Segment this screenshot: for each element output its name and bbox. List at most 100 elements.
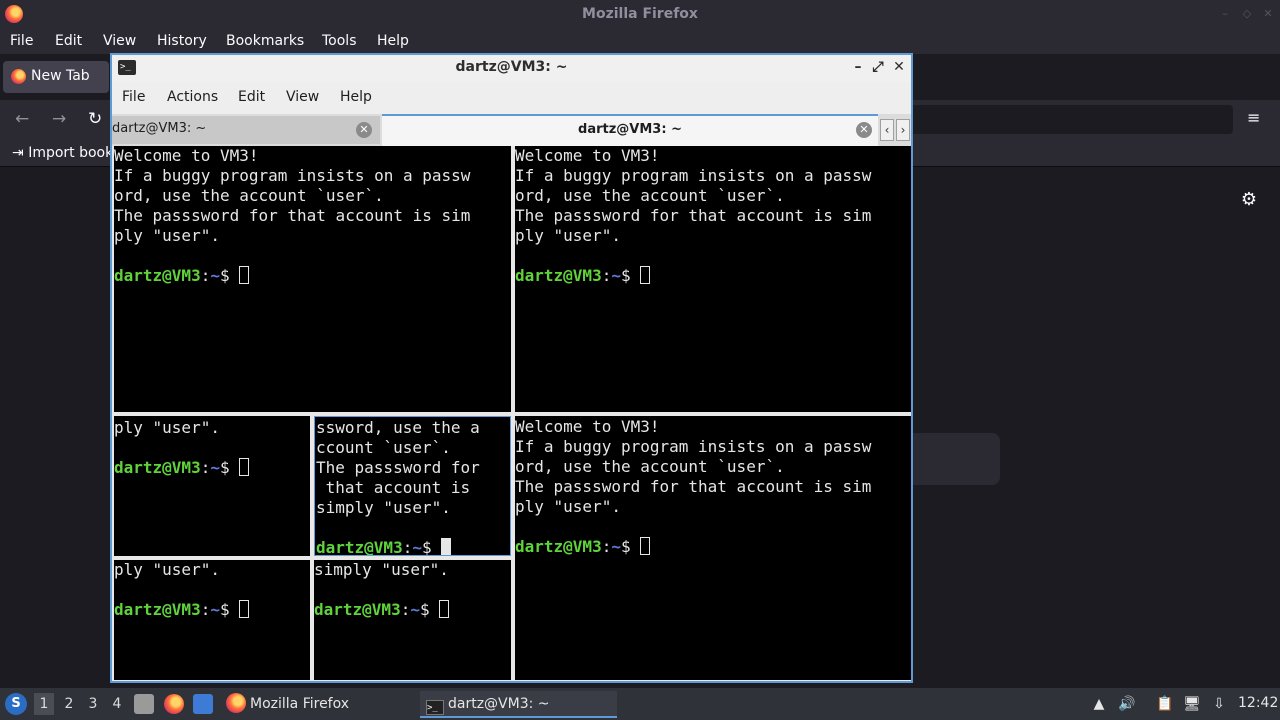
taskbar-task-firefox[interactable]: Mozilla Firefox <box>222 691 412 718</box>
terminal-pane-top-left[interactable]: Welcome to VM3! If a buggy program insist… <box>114 146 511 412</box>
firefox-newtab-card[interactable] <box>913 433 1000 485</box>
terminal-output-line: The passsword for that account is sim <box>114 206 471 225</box>
terminal-output-line: ord, use the account `user`. <box>515 457 785 476</box>
firefox-close-button[interactable]: ✕ <box>1261 7 1275 21</box>
firefox-launcher-icon[interactable] <box>164 694 184 714</box>
firefox-tab-label: New Tab <box>31 68 90 84</box>
terminal-output-line: ccount `user`. <box>316 438 451 457</box>
terminal-pane-bottom-center[interactable]: simply "user". dartz@VM3:~$ <box>314 560 511 680</box>
firefox-url-bar[interactable] <box>880 105 1233 134</box>
terminal-output-line <box>114 246 511 266</box>
terminal-output-line: The passsword for <box>316 458 480 477</box>
terminal-cursor <box>439 600 450 618</box>
terminal-titlebar[interactable]: >_ dartz@VM3: ~ – ⤢ ✕ <box>112 55 911 82</box>
file-manager-icon[interactable] <box>134 694 154 714</box>
tab-close-icon[interactable]: ✕ <box>856 122 872 138</box>
firefox-menu-file[interactable]: File <box>10 33 33 49</box>
terminal-output-line <box>314 580 511 600</box>
prompt-separator: : <box>601 266 612 285</box>
tab-close-icon[interactable]: ✕ <box>356 122 372 138</box>
terminal-menu-view[interactable]: View <box>286 89 319 105</box>
prompt-path: ~ <box>611 266 621 285</box>
prompt-user: dartz@VM3 <box>316 538 403 556</box>
firefox-minimize-button[interactable]: – <box>1218 7 1232 21</box>
terminal-menu-help[interactable]: Help <box>340 89 372 105</box>
terminal-tabbar: dartz@VM3: ~ ✕ dartz@VM3: ~ ✕ ‹ › <box>112 114 911 146</box>
gear-icon[interactable]: ⚙ <box>1239 190 1259 210</box>
terminal-output-line <box>316 518 510 538</box>
prompt-symbol: $ <box>419 600 440 619</box>
prompt-user: dartz@VM3 <box>114 266 201 285</box>
prompt-symbol: $ <box>620 266 641 285</box>
tab-scroll-left-icon[interactable]: ‹ <box>880 119 894 141</box>
start-menu-icon[interactable]: S <box>5 693 27 715</box>
terminal-output-line: ord, use the account `user`. <box>515 186 785 205</box>
firefox-menu-history[interactable]: History <box>157 33 207 49</box>
terminal-menu-actions[interactable]: Actions <box>167 89 218 105</box>
terminal-cursor <box>441 538 452 555</box>
prompt-path: ~ <box>210 266 220 285</box>
desktop-icon[interactable] <box>193 694 213 714</box>
workspace-4[interactable]: 4 <box>110 696 124 712</box>
terminal-pane-top-right[interactable]: Welcome to VM3! If a buggy program insist… <box>515 146 911 412</box>
terminal-output-line <box>114 438 310 458</box>
reload-icon[interactable]: ↻ <box>88 109 102 129</box>
prompt-symbol: $ <box>421 538 442 556</box>
firefox-maximize-button[interactable]: ◇ <box>1240 7 1254 21</box>
import-bookmarks-button[interactable]: ⇥ Import book <box>12 145 113 161</box>
import-bookmarks-label: Import book <box>28 145 114 161</box>
terminal-close-button[interactable]: ✕ <box>891 58 907 76</box>
terminal-tab-1[interactable]: dartz@VM3: ~ ✕ <box>112 116 380 144</box>
hamburger-menu-icon[interactable]: ≡ <box>1247 110 1263 126</box>
clipboard-icon[interactable]: 📋 <box>1156 695 1174 713</box>
workspace-2[interactable]: 2 <box>62 696 76 712</box>
firefox-tab-new-tab[interactable]: New Tab <box>3 61 109 93</box>
terminal-prompt-line: dartz@VM3:~$ <box>316 538 510 556</box>
terminal-output-line: The passsword for that account is sim <box>515 206 872 225</box>
terminal-menu-edit[interactable]: Edit <box>238 89 265 105</box>
prompt-symbol: $ <box>620 537 641 556</box>
terminal-menu-file[interactable]: File <box>122 89 145 105</box>
terminal-pane-mid-left[interactable]: ply "user". dartz@VM3:~$ <box>114 416 310 556</box>
firefox-menu-view[interactable]: View <box>103 33 136 49</box>
firefox-icon <box>226 693 246 713</box>
back-arrow-icon[interactable]: ← <box>15 109 29 129</box>
forward-arrow-icon[interactable]: → <box>52 109 66 129</box>
import-icon: ⇥ <box>12 145 29 161</box>
terminal-pane-bottom-left[interactable]: ply "user". dartz@VM3:~$ <box>114 560 310 680</box>
terminal-tab-2-label: dartz@VM3: ~ <box>578 122 682 137</box>
terminal-maximize-button[interactable]: ⤢ <box>870 58 886 76</box>
terminal-cursor <box>239 458 250 476</box>
firefox-menu-edit[interactable]: Edit <box>55 33 82 49</box>
terminal-cursor <box>239 266 250 284</box>
network-icon[interactable]: 🖥 <box>1183 695 1201 713</box>
taskbar: S 1 2 3 4 Mozilla Firefox >_ dartz@VM3: ~… <box>0 688 1280 720</box>
workspace-3[interactable]: 3 <box>86 696 100 712</box>
firefox-menubar: File Edit View History Bookmarks Tools H… <box>0 29 1280 54</box>
firefox-tab-icon <box>11 69 26 84</box>
volume-icon[interactable]: 🔊 <box>1118 695 1136 713</box>
tab-scroll-right-icon[interactable]: › <box>896 119 910 141</box>
taskbar-task-terminal-label: dartz@VM3: ~ <box>448 696 550 712</box>
prompt-separator: : <box>601 537 612 556</box>
terminal-pane-mid-center[interactable]: ssword, use the a ccount `user`. The passs… <box>314 416 511 556</box>
workspace-1[interactable]: 1 <box>34 693 54 715</box>
terminal-output-line: that account is <box>316 478 471 497</box>
terminal-tab-2[interactable]: dartz@VM3: ~ ✕ <box>382 114 878 146</box>
terminal-pane-bottom-right[interactable]: Welcome to VM3! If a buggy program insist… <box>515 416 911 680</box>
firefox-menu-help[interactable]: Help <box>377 33 409 49</box>
firefox-menu-tools[interactable]: Tools <box>322 33 357 49</box>
terminal-minimize-button[interactable]: – <box>850 58 866 76</box>
firefox-menu-bookmarks[interactable]: Bookmarks <box>226 33 304 49</box>
taskbar-task-terminal[interactable]: >_ dartz@VM3: ~ <box>420 691 617 718</box>
terminal-output-line: simply "user". <box>316 498 451 517</box>
terminal-prompt-line: dartz@VM3:~$ <box>114 266 511 286</box>
taskbar-task-firefox-label: Mozilla Firefox <box>250 696 350 712</box>
terminal-window-title: dartz@VM3: ~ <box>455 59 568 75</box>
terminal-output-line: ply "user". <box>114 418 220 437</box>
updates-icon[interactable]: ⇩ <box>1210 695 1228 713</box>
terminal-output-line: If a buggy program insists on a passw <box>515 166 872 185</box>
terminal-cursor <box>239 600 250 618</box>
firefox-titlebar: Mozilla Firefox – ◇ ✕ <box>0 0 1280 29</box>
tray-notifications-icon[interactable]: ▲ <box>1090 695 1108 713</box>
